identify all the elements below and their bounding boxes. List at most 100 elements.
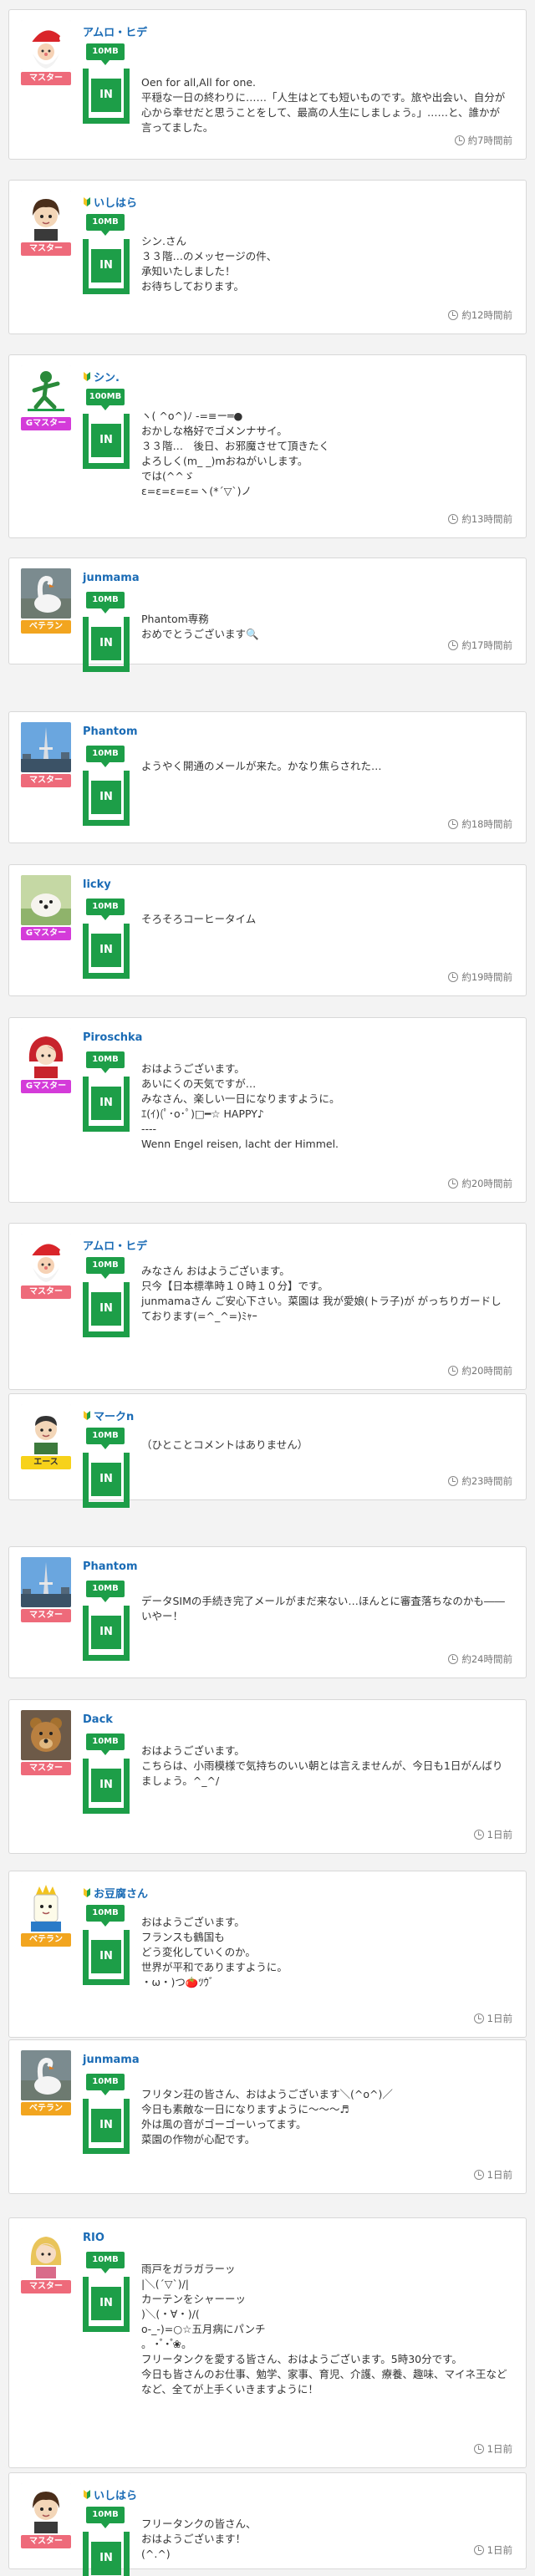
post-time-text: 約20時間前 [461, 1178, 512, 1189]
post-time: 約17時間前 [448, 639, 512, 652]
clock-icon [448, 514, 459, 524]
avatar[interactable] [21, 2228, 71, 2278]
post-time-text: 約19時間前 [461, 971, 512, 983]
username-link[interactable]: junmama [83, 572, 140, 584]
rank-badge: Gマスター [21, 1080, 71, 1093]
avatar[interactable] [21, 20, 71, 70]
post-time-text: 約13時間前 [461, 513, 512, 525]
avatar[interactable] [21, 1557, 71, 1607]
post-message: おはようございます。 フランスも鶴国も どう変化していくのか。 世界が平和であり… [141, 1916, 288, 1988]
clock-icon [448, 310, 459, 320]
username-link[interactable]: お豆腐さん [83, 1885, 148, 1901]
post-card: マスター いしはら 10MB IN シン.さん ３３階…のメッセージの件、 承知いたしま… [8, 180, 527, 334]
gift-amount-badge: 10MB [86, 1581, 125, 1597]
post-time: 1日前 [473, 2012, 512, 2025]
in-label: IN [91, 424, 121, 457]
clock-icon [448, 972, 459, 982]
avatar[interactable] [21, 875, 71, 925]
username-text: シン. [94, 372, 120, 384]
down-arrow-icon [101, 762, 110, 767]
username-link[interactable]: Phantom [83, 725, 138, 738]
post-feed: マスター アムロ・ヒデ 10MB IN Oen for all,All for one.… [0, 0, 535, 2576]
clock-icon [473, 1830, 484, 1840]
down-arrow-icon [101, 405, 110, 410]
post-time: 約20時間前 [448, 1364, 512, 1377]
avatar[interactable] [21, 568, 71, 619]
username-text: Piroschka [83, 1031, 143, 1044]
username-link[interactable]: シン. [83, 369, 120, 384]
username-link[interactable]: licky [83, 878, 111, 891]
post-card: ベテラン junmama 10MB IN フリタン荘の皆さん、おはようございます＼(^o… [8, 2039, 527, 2194]
username-link[interactable]: アムロ・ヒデ [83, 1237, 147, 1253]
in-label: IN [91, 627, 121, 660]
post-message: おはようございます。 あいにくの天気ですが… みなさん、楽しい一日になりますよう… [141, 1062, 340, 1150]
username-text: アムロ・ヒデ [83, 27, 148, 39]
clock-icon [473, 2444, 484, 2454]
avatar[interactable] [21, 2050, 71, 2100]
clock-icon [454, 135, 465, 145]
clock-icon [448, 819, 459, 829]
rank-badge: ベテラン [21, 2102, 71, 2115]
post-message: フリタン荘の皆さん、おはようございます＼(^o^)／ 今日も素敵な一日になります… [141, 2088, 393, 2146]
beginner-leaf-icon [83, 196, 91, 207]
username-link[interactable]: マークn [83, 1408, 134, 1423]
beginner-leaf-icon [83, 371, 91, 382]
post-message: （ひとことコメントはありません） [141, 1438, 308, 1451]
post-time: 約24時間前 [448, 1652, 512, 1666]
down-arrow-icon [101, 2268, 110, 2273]
rank-badge: マスター [21, 242, 71, 256]
username-link[interactable]: junmama [83, 2054, 140, 2066]
gift-amount-badge: 100MB [86, 389, 125, 405]
avatar[interactable] [21, 1881, 71, 1932]
in-label: IN [91, 2109, 121, 2142]
rank-badge: Gマスター [21, 417, 71, 430]
post-time: 1日前 [473, 2168, 512, 2181]
avatar[interactable] [21, 191, 71, 241]
rank-badge: マスター [21, 2535, 71, 2548]
rank-badge: マスター [21, 1285, 71, 1299]
clock-icon [448, 1179, 459, 1189]
rank-badge: Gマスター [21, 927, 71, 940]
avatar[interactable] [21, 2483, 71, 2533]
down-arrow-icon [101, 60, 110, 65]
post-message: Phantom専務 おめでとうございます🔍 [141, 613, 259, 640]
rank-badge: マスター [21, 1762, 71, 1775]
post-card: エース マークn 10MB IN （ひとことコメントはありません） 約23時間前 [8, 1393, 527, 1508]
clock-icon [473, 2545, 484, 2555]
post-card: Gマスター licky 10MB IN そろそろコーヒータイム 約19時間前 [8, 864, 527, 996]
gift-amount-badge: 10MB [86, 1733, 125, 1750]
post-card: マスター Phantom 10MB IN データSIMの手続き完了メールがまだ来ない…ほ… [8, 1546, 527, 1678]
clock-icon [473, 2013, 484, 2024]
gift-amount-badge: 10MB [86, 592, 125, 608]
post-time-text: 1日前 [487, 2169, 512, 2181]
username-link[interactable]: いしはら [83, 2487, 137, 2502]
beginner-leaf-icon [83, 1887, 91, 1898]
post-card: マスター アムロ・ヒデ 10MB IN Oen for all,All for one.… [8, 9, 527, 160]
avatar[interactable] [21, 1710, 71, 1760]
post-time: 1日前 [473, 2543, 512, 2557]
username-link[interactable]: Phantom [83, 1560, 138, 1573]
avatar[interactable] [21, 1234, 71, 1284]
username-text: Dack [83, 1713, 113, 1726]
down-arrow-icon [101, 231, 110, 236]
in-label: IN [91, 249, 121, 283]
rank-badge: ベテラン [21, 1933, 71, 1947]
post-card: ベテラン junmama 10MB IN Phantom専務 おめでとうございます🔍 約1… [8, 557, 527, 672]
username-link[interactable]: RIO [83, 2232, 104, 2244]
avatar[interactable] [21, 365, 71, 415]
username-link[interactable]: アムロ・ヒデ [83, 23, 147, 39]
post-time-text: 約18時間前 [461, 818, 512, 830]
avatar[interactable] [21, 722, 71, 772]
post-time: 約19時間前 [448, 970, 512, 984]
gift-amount-badge: 10MB [86, 1257, 125, 1274]
post-message: みなさん おはようございます。 只今【日本標準時１０時１０分】です。 junma… [141, 1265, 502, 1322]
username-link[interactable]: Piroschka [83, 1031, 142, 1044]
avatar[interactable] [21, 1404, 71, 1454]
gift-amount-badge: 10MB [86, 2252, 125, 2268]
rank-badge: マスター [21, 774, 71, 787]
clock-icon [473, 2170, 484, 2180]
username-link[interactable]: Dack [83, 1713, 113, 1726]
avatar[interactable] [21, 1028, 71, 1078]
username-link[interactable]: いしはら [83, 194, 137, 210]
post-message: おはようございます。 こちらは、小雨模様で気持ちのいい朝とは言えませんが、今日も… [141, 1744, 503, 1787]
